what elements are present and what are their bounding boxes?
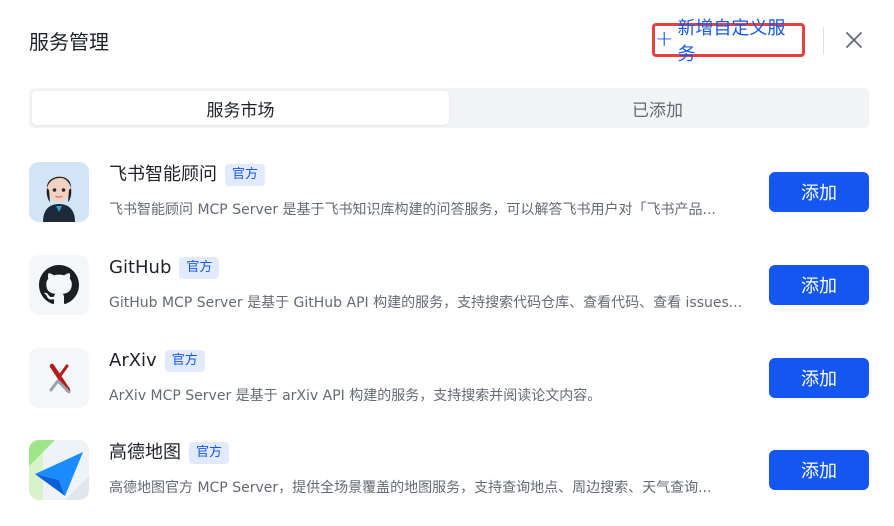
- tab-bar: 服务市场 已添加: [29, 88, 869, 128]
- add-service-button[interactable]: 添加: [769, 265, 869, 305]
- service-name: 高德地图: [109, 442, 181, 463]
- plus-icon: +: [655, 27, 674, 52]
- amap-icon: [29, 440, 89, 500]
- header-divider: [823, 27, 824, 55]
- service-name: GitHub: [109, 257, 172, 278]
- arxiv-icon: [29, 348, 89, 408]
- tab-service-market[interactable]: 服务市场: [32, 91, 449, 125]
- add-service-button[interactable]: 添加: [769, 450, 869, 490]
- github-icon: [29, 255, 89, 315]
- official-badge: 官方: [164, 350, 205, 372]
- official-badge: 官方: [225, 164, 266, 186]
- add-service-button[interactable]: 添加: [769, 172, 869, 212]
- assistant-avatar-icon: [29, 162, 89, 222]
- service-description: 飞书智能顾问 MCP Server 是基于飞书知识库构建的问答服务，可以解答飞书…: [109, 202, 716, 218]
- list-item: GitHub 官方 GitHub MCP Server 是基于 GitHub A…: [29, 253, 869, 323]
- official-badge: 官方: [179, 257, 220, 279]
- list-item: 高德地图 官方 高德地图官方 MCP Server，提供全场景覆盖的地图服务，支…: [29, 438, 869, 508]
- list-item: ArXiv 官方 ArXiv MCP Server 是基于 arXiv API …: [29, 346, 869, 416]
- dialog-title: 服务管理: [29, 30, 109, 54]
- official-badge: 官方: [189, 442, 230, 464]
- service-description: ArXiv MCP Server 是基于 arXiv API 构建的服务，支持搜…: [109, 388, 602, 404]
- service-description: 高德地图官方 MCP Server，提供全场景覆盖的地图服务，支持查询地点、周边…: [109, 480, 712, 496]
- list-item: 飞书智能顾问 官方 飞书智能顾问 MCP Server 是基于飞书知识库构建的问…: [29, 160, 869, 230]
- tab-added[interactable]: 已添加: [449, 91, 866, 125]
- add-custom-service-label: 新增自定义服务: [677, 18, 786, 65]
- add-service-button[interactable]: 添加: [769, 358, 869, 398]
- add-custom-service-button[interactable]: + 新增自定义服务: [652, 18, 805, 65]
- close-icon[interactable]: [843, 29, 865, 51]
- service-name: 飞书智能顾问: [109, 164, 217, 185]
- service-description: GitHub MCP Server 是基于 GitHub API 构建的服务，支…: [109, 295, 743, 311]
- service-name: ArXiv: [109, 350, 157, 371]
